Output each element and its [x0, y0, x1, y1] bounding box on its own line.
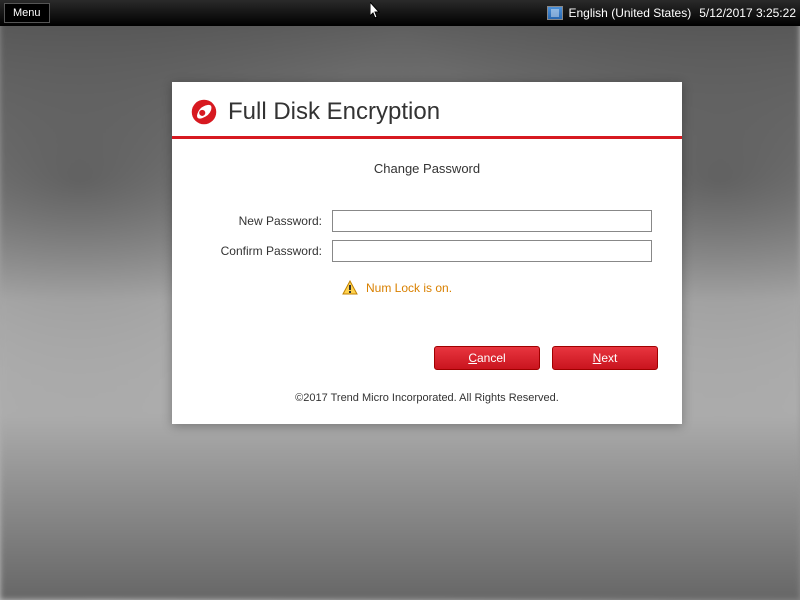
monitor-icon: [547, 6, 563, 20]
warning-row: Num Lock is on.: [172, 266, 682, 326]
button-row: Cancel Next: [172, 326, 682, 384]
dialog-title: Full Disk Encryption: [228, 98, 440, 126]
new-password-row: New Password:: [172, 206, 682, 236]
cancel-button[interactable]: Cancel: [434, 346, 540, 370]
next-button[interactable]: Next: [552, 346, 658, 370]
next-button-rest: ext: [601, 351, 617, 365]
warning-triangle-icon: [342, 280, 358, 296]
menu-button[interactable]: Menu: [4, 3, 50, 23]
confirm-password-label: Confirm Password:: [202, 244, 332, 258]
new-password-input[interactable]: [332, 210, 652, 232]
mouse-cursor-icon: [370, 2, 382, 20]
change-password-dialog: Full Disk Encryption Change Password New…: [172, 82, 682, 424]
confirm-password-row: Confirm Password:: [172, 236, 682, 266]
top-taskbar: Menu English (United States) 5/12/2017 3…: [0, 0, 800, 26]
copyright-footer: ©2017 Trend Micro Incorporated. All Righ…: [172, 384, 682, 424]
language-label[interactable]: English (United States): [569, 6, 692, 20]
cancel-button-rest: ancel: [477, 351, 506, 365]
dialog-subtitle: Change Password: [172, 139, 682, 206]
confirm-password-input[interactable]: [332, 240, 652, 262]
datetime-label: 5/12/2017 3:25:22: [699, 6, 796, 20]
dialog-header: Full Disk Encryption: [172, 82, 682, 136]
trend-micro-logo-icon: [190, 98, 218, 126]
warning-text: Num Lock is on.: [366, 281, 452, 295]
new-password-label: New Password:: [202, 214, 332, 228]
